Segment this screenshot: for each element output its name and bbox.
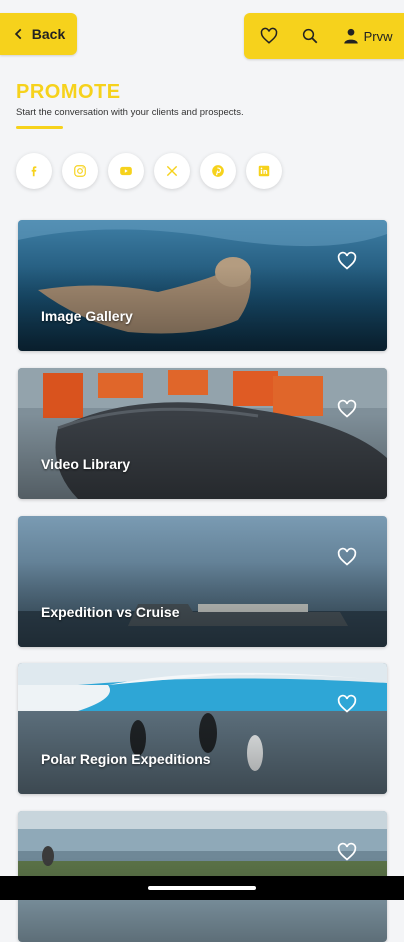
heart-icon [260,27,277,44]
card-shade [18,368,387,499]
instagram-button[interactable] [62,153,98,189]
heart-icon[interactable] [337,547,357,567]
instagram-icon [74,165,86,177]
card-label: Polar Region Expeditions [41,751,211,767]
linkedin-icon [258,165,270,177]
profile-button[interactable]: Prvw [342,27,393,45]
heart-icon[interactable] [337,399,357,419]
card-label: Video Library [41,456,131,472]
card-expedition-vs-cruise[interactable]: Expedition vs Cruise [18,516,387,647]
top-actions-bar: Prvw [244,13,404,59]
favorites-button[interactable] [260,27,278,45]
card-shade [18,220,387,351]
home-indicator[interactable] [148,886,256,890]
chevron-left-icon [14,28,22,40]
card-video-library[interactable]: Video Library [18,368,387,499]
facebook-icon [31,166,37,177]
search-icon [302,28,317,44]
youtube-icon [120,166,132,176]
back-button[interactable]: Back [0,13,77,55]
youtube-button[interactable] [108,153,144,189]
pinterest-button[interactable] [200,153,236,189]
card-polar-region-expeditions[interactable]: Polar Region Expeditions [18,663,387,794]
search-button[interactable] [301,27,319,45]
page-title: PROMOTE [16,81,121,103]
back-label: Back [31,26,66,42]
user-icon [343,28,358,44]
card-shade [18,516,387,647]
social-links [16,153,282,189]
heart-icon[interactable] [337,251,357,271]
card-image-gallery[interactable]: Image Gallery [18,220,387,351]
card-shade [18,663,387,794]
card-label: Expedition vs Cruise [41,604,180,620]
title-underline [16,126,63,129]
x-button[interactable] [154,153,190,189]
heart-icon[interactable] [337,842,357,862]
pinterest-icon [212,165,224,177]
page-subtitle: Start the conversation with your clients… [16,107,244,118]
card-label: Image Gallery [41,308,133,324]
heart-icon[interactable] [337,694,357,714]
facebook-button[interactable] [16,153,52,189]
linkedin-button[interactable] [246,153,282,189]
x-icon [166,165,178,177]
profile-label: Prvw [363,28,393,44]
